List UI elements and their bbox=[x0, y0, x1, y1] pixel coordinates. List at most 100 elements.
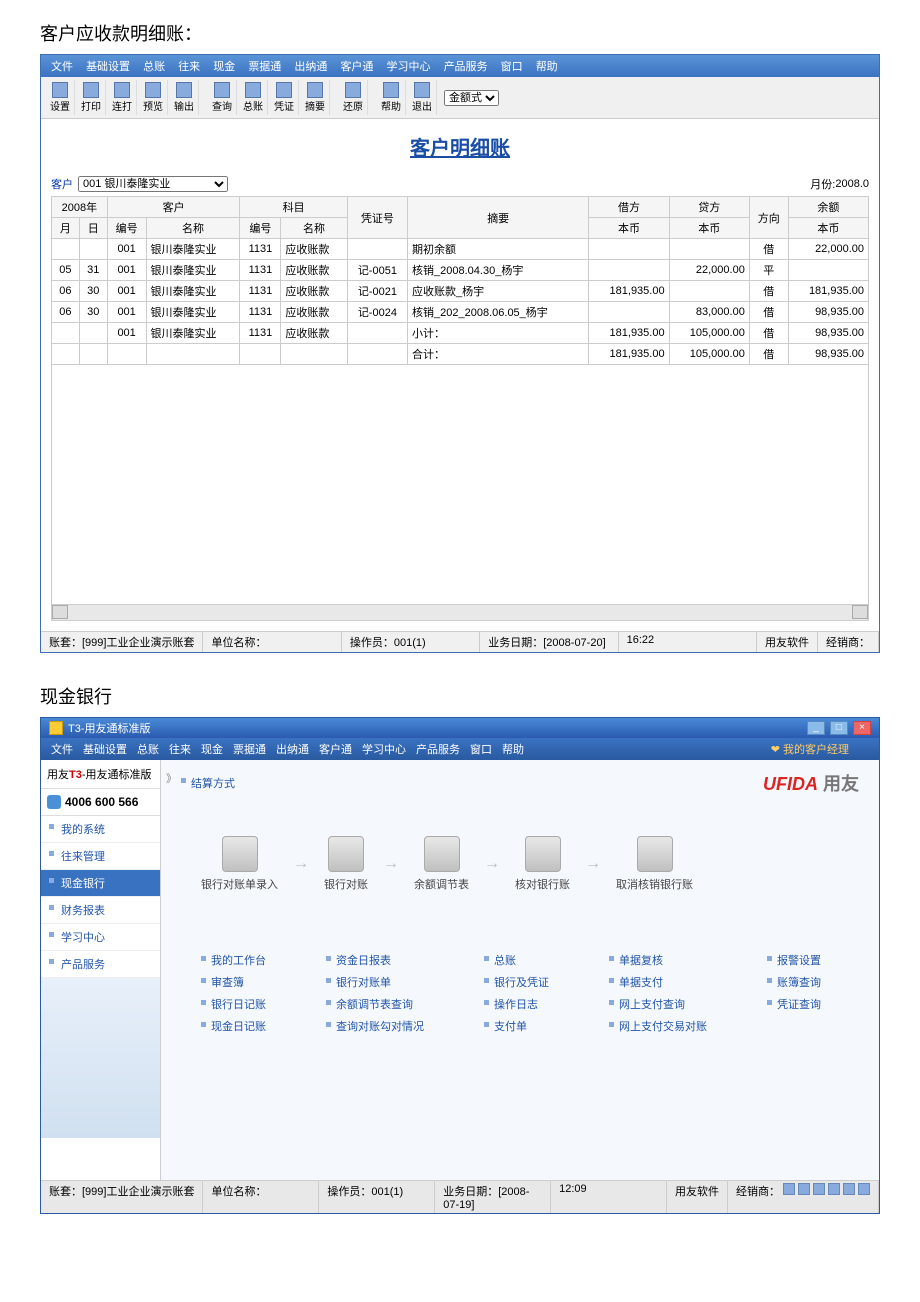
quick-link[interactable]: 凭证查询 bbox=[767, 996, 821, 1012]
batch-print-icon bbox=[114, 82, 130, 98]
menu2-ar[interactable]: 往来 bbox=[169, 741, 191, 757]
menu-ar[interactable]: 往来 bbox=[178, 61, 200, 73]
tool-restore[interactable]: 还原 bbox=[339, 80, 368, 115]
table-row[interactable]: 001银川泰隆实业1131应收账款小计：181,935.00105,000.00… bbox=[52, 323, 869, 344]
status-software: 用友软件 bbox=[757, 632, 818, 652]
quick-link[interactable]: 银行及凭证 bbox=[484, 974, 549, 990]
menu2-cashier[interactable]: 出纳通 bbox=[276, 741, 309, 757]
ime-tray[interactable] bbox=[783, 1183, 870, 1195]
tool-preview[interactable]: 预览 bbox=[139, 80, 168, 115]
sidebar-item-3[interactable]: 财务报表 bbox=[41, 897, 160, 924]
menu2-window[interactable]: 窗口 bbox=[470, 741, 492, 757]
quick-link[interactable]: 网上支付查询 bbox=[609, 996, 707, 1012]
menu2-customer[interactable]: 客户通 bbox=[319, 741, 352, 757]
menu2-learn[interactable]: 学习中心 bbox=[362, 741, 406, 757]
th-day: 日 bbox=[79, 218, 107, 239]
sidebar-item-1[interactable]: 往来管理 bbox=[41, 843, 160, 870]
th-name: 名称 bbox=[146, 218, 240, 239]
table-row[interactable]: 0630001银川泰隆实业1131应收账款记-0024核销_202_2008.0… bbox=[52, 302, 869, 323]
menu2-gl[interactable]: 总账 bbox=[137, 741, 159, 757]
scroll-area[interactable] bbox=[51, 365, 869, 605]
table-row[interactable]: 0531001银川泰隆实业1131应收账款记-0051核销_2008.04.30… bbox=[52, 260, 869, 281]
menu-window[interactable]: 窗口 bbox=[501, 61, 523, 73]
quick-link[interactable]: 总账 bbox=[484, 952, 549, 968]
tool-voucher[interactable]: 凭证 bbox=[270, 80, 299, 115]
workflow-step-1[interactable]: 银行对账 bbox=[324, 836, 368, 892]
workflow-step-2[interactable]: 余额调节表 bbox=[414, 836, 469, 892]
menu2-bill[interactable]: 票据通 bbox=[233, 741, 266, 757]
customer-select[interactable]: 001 银川泰隆实业 bbox=[78, 176, 228, 192]
status2-software: 用友软件 bbox=[667, 1181, 728, 1213]
th-direction: 方向 bbox=[749, 197, 788, 239]
menu-file[interactable]: 文件 bbox=[51, 61, 73, 73]
tool-help[interactable]: 帮助 bbox=[377, 80, 406, 115]
menu2-basic[interactable]: 基础设置 bbox=[83, 741, 127, 757]
display-mode-select[interactable]: 金额式 bbox=[444, 90, 499, 106]
menu-basic[interactable]: 基础设置 bbox=[86, 61, 130, 73]
sidebar-item-2[interactable]: 现金银行 bbox=[41, 870, 160, 897]
quick-link[interactable]: 查询对账勾对情况 bbox=[326, 1018, 424, 1034]
quick-link[interactable]: 操作日志 bbox=[484, 996, 549, 1012]
sidebar-collapse-icon[interactable]: 》 bbox=[166, 770, 177, 786]
horizontal-scrollbar[interactable] bbox=[51, 605, 869, 621]
workflow-icon bbox=[637, 836, 673, 872]
quick-link[interactable]: 我的工作台 bbox=[201, 952, 266, 968]
arrow-icon: → bbox=[293, 855, 309, 873]
table-row[interactable]: 0630001银川泰隆实业1131应收账款记-0021应收账款_杨宇181,93… bbox=[52, 281, 869, 302]
tool-exit[interactable]: 退出 bbox=[408, 80, 437, 115]
table-row[interactable]: 合计：181,935.00105,000.00借98,935.00 bbox=[52, 344, 869, 365]
filter-row: 客户 001 银川泰隆实业 月份: 2008.0 bbox=[51, 176, 869, 192]
tool-settings[interactable]: 设置 bbox=[46, 80, 75, 115]
app-icon bbox=[49, 721, 63, 735]
menu-cashier[interactable]: 出纳通 bbox=[294, 61, 327, 73]
maximize-button[interactable]: □ bbox=[830, 721, 848, 735]
quick-link[interactable]: 银行对账单 bbox=[326, 974, 424, 990]
table-row[interactable]: 001银川泰隆实业1131应收账款期初余额借22,000.00 bbox=[52, 239, 869, 260]
menu-cash[interactable]: 现金 bbox=[213, 61, 235, 73]
status2-operator: 操作员：001(1) bbox=[319, 1181, 435, 1213]
status-time: 16:22 bbox=[619, 632, 757, 652]
workflow-step-3[interactable]: 核对银行账 bbox=[515, 836, 570, 892]
quick-link[interactable]: 现金日记账 bbox=[201, 1018, 266, 1034]
sidebar-item-4[interactable]: 学习中心 bbox=[41, 924, 160, 951]
menu2-help[interactable]: 帮助 bbox=[502, 741, 524, 757]
th-month: 月 bbox=[52, 218, 80, 239]
settlement-method-link[interactable]: 结算方式 bbox=[181, 775, 235, 791]
workflow-step-4[interactable]: 取消核销银行账 bbox=[616, 836, 693, 892]
tool-query[interactable]: 查询 bbox=[208, 80, 237, 115]
close-button[interactable]: × bbox=[853, 721, 871, 735]
quick-link[interactable]: 审查簿 bbox=[201, 974, 266, 990]
menu-service[interactable]: 产品服务 bbox=[444, 61, 488, 73]
quick-link[interactable]: 余额调节表查询 bbox=[326, 996, 424, 1012]
tool-output[interactable]: 输出 bbox=[170, 80, 199, 115]
menu-learn[interactable]: 学习中心 bbox=[387, 61, 431, 73]
scroll-left-icon[interactable] bbox=[52, 605, 68, 619]
tool-gl[interactable]: 总账 bbox=[239, 80, 268, 115]
quick-link[interactable]: 报警设置 bbox=[767, 952, 821, 968]
quick-link[interactable]: 网上支付交易对账 bbox=[609, 1018, 707, 1034]
quick-link[interactable]: 账簿查询 bbox=[767, 974, 821, 990]
menu-gl[interactable]: 总账 bbox=[143, 61, 165, 73]
menu-customer[interactable]: 客户通 bbox=[340, 61, 373, 73]
tool-batch-print[interactable]: 连打 bbox=[108, 80, 137, 115]
scroll-right-icon[interactable] bbox=[852, 605, 868, 619]
menu2-cash[interactable]: 现金 bbox=[201, 741, 223, 757]
quick-link[interactable]: 单据支付 bbox=[609, 974, 707, 990]
link-column-4: 报警设置账簿查询凭证查询 bbox=[767, 952, 821, 1034]
my-account-manager-link[interactable]: ❤ 我的客户经理 bbox=[771, 741, 859, 757]
quick-link[interactable]: 支付单 bbox=[484, 1018, 549, 1034]
sidebar-item-0[interactable]: 我的系统 bbox=[41, 816, 160, 843]
menu2-file[interactable]: 文件 bbox=[51, 741, 73, 757]
tool-print[interactable]: 打印 bbox=[77, 80, 106, 115]
sidebar-item-5[interactable]: 产品服务 bbox=[41, 951, 160, 978]
quick-link[interactable]: 银行日记账 bbox=[201, 996, 266, 1012]
menu2-service[interactable]: 产品服务 bbox=[416, 741, 460, 757]
main-panel: 》 结算方式 UFIDA 用友 银行对账单录入→银行对账→余额调节表→核对银行账… bbox=[161, 760, 879, 1180]
minimize-button[interactable]: _ bbox=[807, 721, 825, 735]
workflow-step-0[interactable]: 银行对账单录入 bbox=[201, 836, 278, 892]
tool-summary[interactable]: 摘要 bbox=[301, 80, 330, 115]
quick-link[interactable]: 单据复核 bbox=[609, 952, 707, 968]
menu-bill[interactable]: 票据通 bbox=[248, 61, 281, 73]
quick-link[interactable]: 资金日报表 bbox=[326, 952, 424, 968]
menu-help[interactable]: 帮助 bbox=[536, 61, 558, 73]
